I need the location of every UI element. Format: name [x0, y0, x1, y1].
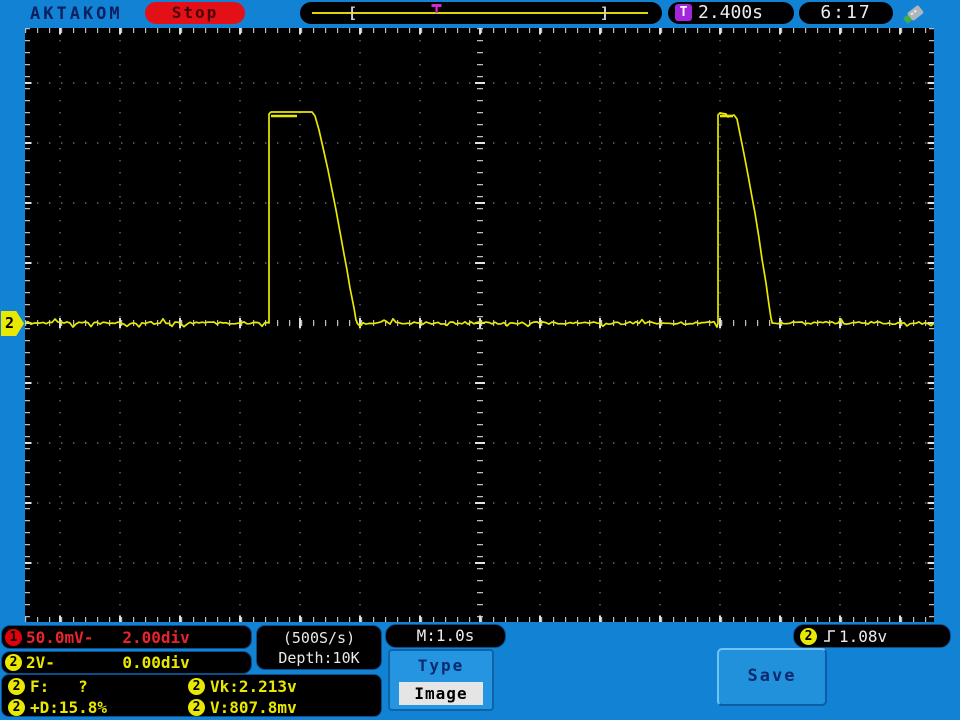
measurement-voltage: 2 V:807.8mv	[188, 698, 297, 717]
trigger-level-value: 1.08v	[839, 626, 888, 646]
channel2-badge: 2	[5, 654, 22, 671]
window-left-bracket: [	[348, 4, 358, 22]
channel2-scale-offset: 2V- 0.00div	[26, 653, 190, 672]
measurement-channel-badge: 2	[188, 678, 205, 695]
memory-depth: Depth:10K	[278, 649, 360, 667]
measurement-channel-badge: 2	[8, 678, 25, 695]
trigger-readout: 2 1.08v	[793, 624, 951, 648]
menu-option-image[interactable]: Image	[399, 682, 483, 705]
measurement-frequency: 2 F: ?	[8, 677, 88, 696]
measurement-value: V:807.8mv	[210, 698, 297, 717]
bottom-status-panel: 1 50.0mV- 2.00div 2 2V- 0.00div (500S/s)…	[0, 622, 960, 720]
channel1-scale-offset: 50.0mV- 2.00div	[26, 627, 190, 647]
acquisition-readout: (500S/s) Depth:10K	[256, 625, 382, 670]
channel1-badge: 1	[5, 628, 22, 646]
sample-rate: (500S/s)	[282, 629, 356, 647]
window-right-bracket: ]	[600, 4, 610, 22]
trigger-time-icon: T	[675, 4, 692, 21]
channel1-readout: 1 50.0mV- 2.00div	[1, 625, 252, 649]
position-line	[312, 12, 648, 14]
oscilloscope-screen: AKTAKOM Stop [ ] T 2.400s 6:17 2 1 50.0m…	[0, 0, 960, 720]
channel2-level-marker[interactable]: 2	[1, 311, 24, 336]
brand-logo: AKTAKOM	[30, 4, 123, 24]
waveform-display	[25, 28, 934, 622]
horizontal-position-bar[interactable]: [ ]	[300, 2, 662, 24]
channel2-readout: 2 2V- 0.00div	[1, 651, 252, 674]
usb-drive-icon	[903, 5, 924, 24]
rising-edge-icon	[824, 630, 835, 642]
acquisition-state-button[interactable]: Stop	[145, 2, 245, 24]
measurement-value: Vk:2.213v	[210, 677, 297, 696]
measurement-value: +D:15.8%	[30, 698, 108, 717]
measurement-readouts: 2 F: ? 2 Vk:2.213v 2 +D:15.8% 2 V:807.8m…	[1, 674, 382, 717]
trigger-position-icon	[431, 4, 442, 13]
trigger-time-readout: T 2.400s	[668, 2, 794, 24]
measurement-channel-badge: 2	[8, 699, 25, 716]
measurement-channel-badge: 2	[188, 699, 205, 716]
softmenu-type: Type Image	[388, 649, 494, 711]
timebase-readout: M:1.0s	[385, 624, 506, 648]
measurement-duty: 2 +D:15.8%	[8, 698, 107, 717]
clock: 6:17	[799, 2, 893, 24]
menu-title: Type	[417, 656, 465, 675]
trigger-time-value: 2.400s	[698, 2, 764, 23]
save-button[interactable]: Save	[717, 648, 827, 706]
scope-graticule-and-trace	[25, 28, 934, 622]
measurement-vk: 2 Vk:2.213v	[188, 677, 297, 696]
trigger-channel-badge: 2	[800, 627, 817, 645]
measurement-value: F: ?	[30, 677, 88, 696]
